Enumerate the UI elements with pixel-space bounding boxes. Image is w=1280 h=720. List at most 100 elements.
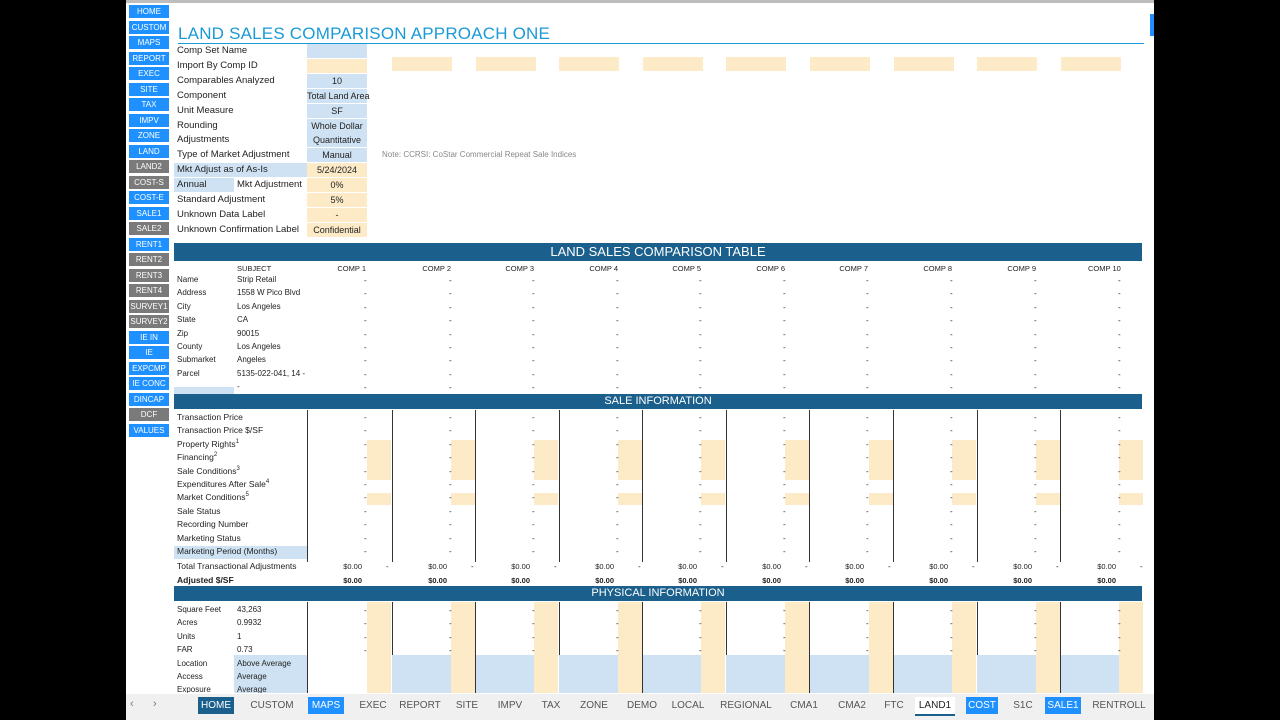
sidebar-button-expcmp[interactable]: EXPCMP — [129, 361, 169, 375]
adjustment-input[interactable] — [952, 493, 977, 505]
adjustment-input[interactable] — [1119, 440, 1144, 480]
adjustment-input[interactable] — [1035, 440, 1060, 480]
sidebar-button-maps[interactable]: MAPS — [129, 36, 169, 49]
adjustment-input[interactable] — [868, 602, 893, 693]
adjustment-input[interactable] — [785, 602, 809, 693]
tab-zone[interactable]: ZONE — [577, 697, 611, 714]
setting-value[interactable] — [307, 44, 367, 58]
sidebar-button-home[interactable]: HOME — [129, 5, 169, 18]
tab-ftc[interactable]: FTC — [882, 697, 906, 714]
rating-cell[interactable] — [1060, 655, 1120, 693]
sidebar-button-impv[interactable]: IMPV — [129, 113, 169, 127]
setting-value[interactable]: Quantitative — [307, 133, 367, 148]
adjustment-input[interactable] — [617, 493, 642, 505]
sidebar-button-ie[interactable]: IE — [129, 346, 169, 359]
comp-id-input[interactable] — [1060, 57, 1121, 71]
rating-cell[interactable] — [726, 655, 786, 693]
setting-value[interactable]: Whole Dollar — [307, 118, 367, 133]
sidebar-button-rent2[interactable]: RENT2 — [129, 253, 169, 266]
comp-id-input[interactable] — [642, 57, 703, 71]
adjustment-input[interactable] — [1035, 602, 1060, 693]
rating-cell[interactable] — [392, 655, 451, 693]
sidebar-button-rent3[interactable]: RENT3 — [129, 268, 169, 282]
rating-cell[interactable] — [642, 655, 702, 693]
tab-local[interactable]: LOCAL — [671, 697, 705, 714]
sidebar-button-rent4[interactable]: RENT4 — [129, 284, 169, 297]
adjustment-input[interactable] — [367, 440, 391, 480]
tab-scroll-right-icon[interactable]: › — [153, 698, 157, 710]
comp-id-input[interactable] — [810, 57, 870, 71]
sidebar-button-survey1[interactable]: SURVEY1 — [129, 299, 169, 313]
sidebar-button-land[interactable]: LAND — [129, 144, 169, 158]
tab-land1[interactable]: LAND1 — [915, 697, 955, 716]
adjustment-input[interactable] — [367, 493, 391, 505]
adjustment-input[interactable] — [1119, 493, 1144, 505]
comp-id-input[interactable] — [726, 57, 787, 71]
setting-value[interactable]: - — [307, 207, 367, 222]
sidebar-button-dcf[interactable]: DCF — [129, 408, 169, 421]
tab-home[interactable]: HOME — [198, 697, 234, 714]
rating-cell[interactable] — [810, 655, 869, 693]
rating-cell[interactable] — [559, 655, 619, 693]
adjustment-input[interactable] — [534, 440, 559, 480]
setting-value[interactable]: 10 — [307, 73, 367, 88]
setting-value[interactable]: SF — [307, 103, 367, 118]
adjustment-input[interactable] — [701, 440, 726, 480]
rating-cell[interactable] — [977, 655, 1037, 693]
setting-value[interactable]: 5/24/2024 — [307, 163, 367, 178]
tab-cost[interactable]: COST — [966, 697, 998, 714]
tab-custom[interactable]: CUSTOM — [248, 697, 296, 714]
setting-value[interactable]: Confidential — [307, 222, 367, 237]
comp-id-input[interactable] — [559, 57, 620, 71]
adjustment-input[interactable] — [617, 440, 642, 480]
tab-scroll-left-icon[interactable]: ‹ — [130, 698, 134, 710]
comp-id-input[interactable] — [475, 57, 536, 71]
sidebar-button-land2[interactable]: LAND2 — [129, 160, 169, 173]
tab-rentroll[interactable]: RENTROLL — [1092, 697, 1146, 714]
rating-cell[interactable] — [475, 655, 535, 693]
adjustment-input[interactable] — [534, 493, 559, 505]
adjustment-input[interactable] — [534, 602, 559, 693]
adjustment-input[interactable] — [952, 440, 977, 480]
tab-report[interactable]: REPORT — [399, 697, 441, 714]
adjustment-input[interactable] — [450, 493, 475, 505]
tab-exec[interactable]: EXEC — [356, 697, 390, 714]
sidebar-button-cost-s[interactable]: COST-S — [129, 175, 169, 189]
sidebar-button-zone[interactable]: ZONE — [129, 129, 169, 142]
sidebar-button-values[interactable]: VALUES — [129, 423, 169, 437]
sidebar-button-cost-e[interactable]: COST-E — [129, 191, 169, 204]
tab-cma1[interactable]: CMA1 — [788, 697, 820, 714]
comp-id-input[interactable] — [977, 57, 1038, 71]
adjustment-input[interactable] — [367, 602, 391, 693]
setting-value[interactable]: 0% — [307, 178, 367, 193]
adjustment-input[interactable] — [785, 440, 809, 480]
adjustment-input[interactable] — [1119, 602, 1144, 693]
setting-value[interactable]: Total Land Area — [307, 88, 370, 103]
adjustment-input[interactable] — [868, 440, 893, 480]
sidebar-button-sale1[interactable]: SALE1 — [129, 206, 169, 220]
tab-maps[interactable]: MAPS — [308, 697, 344, 714]
adjustment-input[interactable] — [1035, 493, 1060, 505]
tab-demo[interactable]: DEMO — [623, 697, 661, 714]
comp-id-input[interactable] — [392, 57, 452, 71]
sidebar-button-custom[interactable]: CUSTOM — [129, 20, 169, 34]
tab-sale1[interactable]: SALE1 — [1045, 697, 1081, 714]
adjustment-input[interactable] — [952, 602, 977, 693]
setting-value[interactable]: 5% — [307, 193, 367, 207]
tab-tax[interactable]: TAX — [537, 697, 565, 714]
tab-s1c[interactable]: S1C — [1011, 697, 1035, 714]
tab-site[interactable]: SITE — [453, 697, 481, 714]
sidebar-button-rent1[interactable]: RENT1 — [129, 237, 169, 251]
tab-impv[interactable]: IMPV — [493, 697, 527, 714]
sidebar-button-report[interactable]: REPORT — [129, 51, 169, 65]
sidebar-button-tax[interactable]: TAX — [129, 98, 169, 111]
sidebar-button-exec[interactable]: EXEC — [129, 67, 169, 80]
adjustment-input[interactable] — [617, 602, 642, 693]
adjustment-input[interactable] — [701, 493, 726, 505]
setting-value[interactable] — [307, 58, 367, 73]
adjustment-input[interactable] — [450, 440, 475, 480]
sidebar-button-ie-in[interactable]: IE IN — [129, 330, 169, 344]
sidebar-button-dincap[interactable]: DINCAP — [129, 392, 169, 406]
comp-id-input[interactable] — [893, 57, 954, 71]
adjustment-input[interactable] — [785, 493, 809, 505]
